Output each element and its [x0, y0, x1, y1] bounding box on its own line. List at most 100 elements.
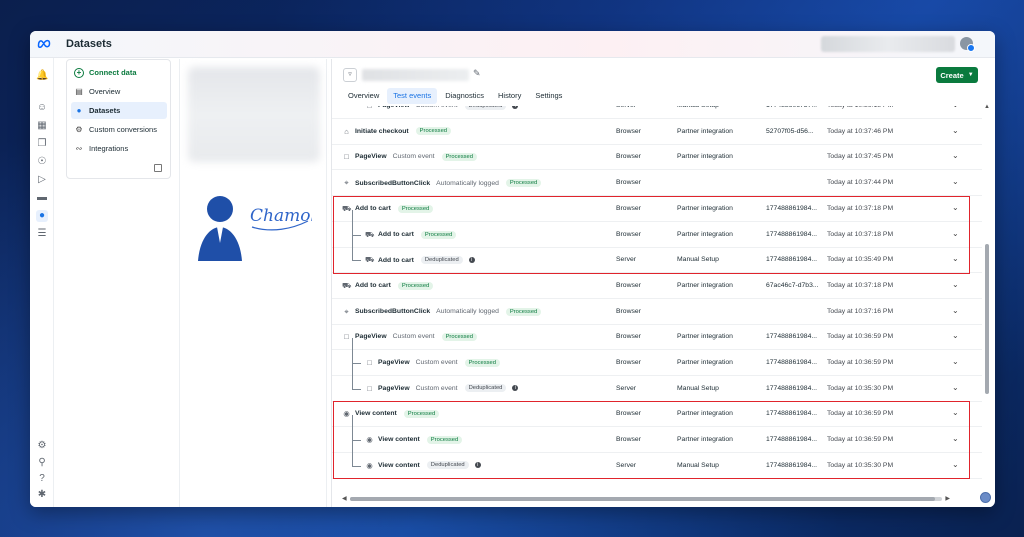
tab-diagnostics[interactable]: Diagnostics [439, 88, 490, 104]
status-badge: Processed [420, 230, 457, 239]
nav-item-datasets[interactable]: ● Datasets [71, 102, 167, 119]
account-selector[interactable] [821, 36, 955, 52]
events-manager-nav: + Connect data ▤ Overview ● Datasets ⚙ C… [66, 59, 171, 179]
chevron-down-icon[interactable]: ⌄ [952, 434, 959, 443]
tree-connector [352, 415, 353, 441]
table-row[interactable]: ⌖ SubscribedButtonClick Automatically logg… [332, 171, 982, 197]
chevron-down-icon[interactable]: ⌄ [952, 177, 959, 186]
avatar[interactable] [960, 37, 975, 52]
chevron-down-icon[interactable]: ⌄ [952, 306, 959, 315]
table-row[interactable]: ◉ View content Processed Browser Partner int… [332, 402, 982, 428]
source-cell: Server [616, 384, 637, 392]
table-row[interactable]: □ PageView Custom event Processed Browser Par… [332, 325, 982, 351]
nav-item-integrations[interactable]: ∾ Integrations [71, 140, 167, 157]
scroll-up-icon[interactable]: ▲ [984, 104, 990, 110]
menu-icon[interactable]: ☰ [36, 228, 48, 240]
info-icon[interactable]: i [474, 462, 481, 469]
event-name-cell: ◉ View content Deduplicated i [365, 461, 481, 470]
table-row[interactable]: ◉ View content Deduplicated i Server Manual S… [332, 454, 982, 479]
bell-icon[interactable]: 🔔 [36, 70, 48, 82]
pages-icon[interactable]: ❐ [36, 138, 48, 150]
cart-icon: ⛟ [342, 203, 352, 213]
table-row[interactable]: ⌂ Initiate checkout Processed Browser Partne… [332, 120, 982, 145]
chevron-down-icon[interactable]: ⌄ [952, 357, 959, 366]
table-row[interactable]: □ PageView Custom event Deduplicated i Server… [332, 106, 982, 119]
event-id-cell: 177488861984... [766, 256, 818, 264]
billing-icon[interactable]: ▬ [36, 192, 48, 204]
bug-icon[interactable]: ✱ [36, 489, 48, 501]
main-content: ▿ ✎ Create ▼ Overview Test events Diagno… [331, 59, 993, 507]
globe-icon[interactable] [980, 492, 991, 503]
tab-test-events[interactable]: Test events [387, 88, 438, 104]
search-icon[interactable]: ⚲ [36, 457, 48, 469]
chevron-down-icon[interactable]: ⌄ [952, 280, 959, 289]
nav-item-overview[interactable]: ▤ Overview [71, 83, 167, 100]
table-row[interactable]: □ PageView Custom event Processed Browser Par… [332, 351, 982, 376]
info-icon[interactable]: i [468, 257, 475, 264]
status-badge: Deduplicated [464, 106, 507, 110]
table-row[interactable]: ⌖ SubscribedButtonClick Automatically logg… [332, 300, 982, 325]
tab-settings[interactable]: Settings [529, 88, 568, 104]
status-badge: Processed [403, 409, 440, 418]
event-name-cell: ◉ View content Processed [365, 435, 463, 445]
info-icon[interactable]: i [512, 385, 519, 392]
tab-history[interactable]: History [492, 88, 527, 104]
event-name-cell: ⛟ Add to cart Processed [342, 203, 434, 214]
table-row[interactable]: ⛟ Add to cart Processed Browser Partner inte… [332, 223, 982, 248]
table-row[interactable]: ◉ View content Processed Browser Partner int… [332, 428, 982, 454]
people-icon: ● [76, 106, 82, 115]
table-row[interactable]: □ PageView Custom event Processed Browser Par… [332, 145, 982, 171]
megaphone-icon[interactable]: ▷ [36, 174, 48, 186]
chevron-down-icon[interactable]: ⌄ [952, 408, 959, 417]
info-icon[interactable]: i [512, 106, 519, 109]
eye-icon: ◉ [366, 435, 373, 445]
tree-connector [352, 440, 353, 467]
top-bar: Datasets [30, 31, 995, 58]
table-row[interactable]: ⛟ Add to cart Deduplicated i Server Manual Se… [332, 248, 982, 274]
status-badge: Deduplicated [420, 256, 463, 265]
table-row[interactable]: □ PageView Custom event Deduplicated i Server… [332, 377, 982, 402]
vertical-scrollbar[interactable]: ▲ [984, 104, 990, 489]
source-cell: Browser [616, 230, 641, 238]
collapse-panel-icon[interactable] [154, 164, 162, 172]
create-button[interactable]: Create ▼ [936, 67, 978, 83]
settings-icon[interactable]: ⚙ [36, 440, 48, 452]
chevron-down-icon[interactable]: ⌄ [952, 254, 959, 263]
smiley-icon[interactable]: ☺ [36, 102, 48, 114]
chevron-down-icon[interactable]: ⌄ [952, 203, 959, 212]
connection-cell: Partner integration [677, 153, 733, 161]
help-icon[interactable]: ? [36, 473, 48, 485]
source-cell: Server [616, 106, 636, 109]
event-name: Add to cart [355, 282, 391, 290]
event-name-cell: □ PageView Custom event Processed [365, 358, 500, 367]
chevron-down-icon[interactable]: ⌄ [952, 383, 959, 392]
chevron-down-icon[interactable]: ⌄ [952, 229, 959, 238]
scroll-left-icon[interactable]: ◀ [342, 495, 347, 502]
connection-cell: Manual Setup [677, 106, 719, 109]
table-row[interactable]: ⛟ Add to cart Processed Browser Partner inte… [332, 274, 982, 299]
meta-logo-icon[interactable] [37, 38, 51, 48]
event-name-cell: ⛟ Add to cart Processed [365, 229, 457, 240]
chevron-down-icon[interactable]: ⌄ [952, 126, 959, 135]
table-row[interactable]: ⛟ Add to cart Processed Browser Partner inte… [332, 197, 982, 222]
connect-data-button[interactable]: + Connect data [71, 64, 167, 81]
scroll-right-icon[interactable]: ▶ [945, 495, 950, 502]
chevron-down-icon[interactable]: ⌄ [952, 460, 959, 469]
horizontal-scrollbar[interactable]: ◀ ▶ [342, 496, 962, 502]
chevron-down-icon[interactable]: ⌄ [952, 151, 959, 160]
events-manager-icon[interactable]: ● [36, 210, 48, 222]
tree-connector [352, 440, 361, 442]
nav-item-custom-conversions[interactable]: ⚙ Custom conversions [71, 121, 167, 138]
dataset-details-panel: Chamok [179, 59, 327, 507]
eye-icon: ◉ [343, 409, 350, 419]
event-name: PageView [355, 153, 387, 161]
chevron-down-icon[interactable]: ⌄ [952, 331, 959, 340]
chevron-down-icon[interactable]: ⌄ [952, 106, 959, 109]
tab-overview[interactable]: Overview [342, 88, 385, 104]
table-icon[interactable]: ▦ [36, 120, 48, 132]
audience-icon[interactable]: ☉ [36, 156, 48, 168]
edit-pencil-icon[interactable]: ✎ [473, 68, 481, 79]
event-name: View content [378, 436, 420, 444]
tree-connector [352, 388, 361, 390]
cart-icon: ⛟ [365, 229, 375, 239]
